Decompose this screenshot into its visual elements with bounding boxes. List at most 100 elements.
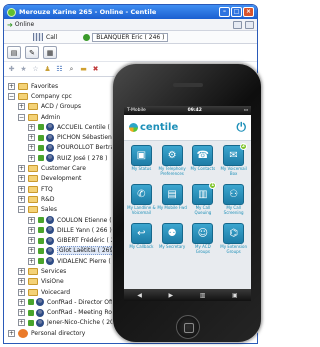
- logout-icon[interactable]: ⏻: [237, 120, 247, 135]
- presence-icon: [28, 319, 34, 326]
- presence-icon: [38, 227, 44, 234]
- layout-icon[interactable]: [245, 20, 254, 29]
- feature-tile[interactable]: ☎ My Contacts: [188, 145, 219, 181]
- call-target-select[interactable]: BLANQUER Eric ( 246 ): [92, 32, 169, 42]
- brand-name: centile: [140, 122, 179, 133]
- contact-icon: [46, 236, 54, 245]
- minimize-button[interactable]: –: [219, 7, 230, 17]
- folder-icon: [28, 195, 38, 203]
- call-screening-icon: ⚇: [223, 184, 245, 205]
- maximize-button[interactable]: □: [231, 7, 242, 17]
- expand-icon[interactable]: +: [28, 247, 35, 255]
- call-button[interactable]: Call: [46, 34, 57, 41]
- forward-icon[interactable]: ▶: [169, 292, 174, 299]
- phone-icon[interactable]: [233, 20, 242, 29]
- contact-icon: [36, 298, 44, 307]
- star-icon[interactable]: ★: [19, 65, 28, 74]
- expand-icon[interactable]: +: [18, 298, 25, 306]
- close-button[interactable]: ×: [243, 7, 254, 17]
- notification-badge: 2: [240, 143, 247, 150]
- presence-icon: [38, 247, 44, 254]
- feature-tile[interactable]: ⚙ My Telephony Preferences: [157, 145, 188, 181]
- expand-icon[interactable]: +: [18, 195, 25, 203]
- expand-icon[interactable]: +: [8, 82, 15, 90]
- history-icon[interactable]: ✎: [25, 46, 39, 59]
- expand-icon[interactable]: +: [28, 226, 35, 234]
- expand-icon[interactable]: +: [18, 175, 25, 183]
- feature-tile[interactable]: ▥ 1 My Call Queuing: [188, 182, 219, 220]
- feature-tile[interactable]: ✉ 2 My Voicemail Box: [218, 143, 249, 181]
- directory-icon[interactable]: ▤: [7, 46, 21, 59]
- expand-icon[interactable]: +: [28, 216, 35, 224]
- expand-icon[interactable]: +: [28, 123, 35, 131]
- pages-icon[interactable]: ▣: [232, 292, 238, 299]
- expand-icon[interactable]: +: [18, 288, 25, 296]
- contacts-icon[interactable]: ☷: [55, 65, 64, 74]
- title-bar: Merouze Karine 265 - Online - Centile – …: [4, 5, 257, 19]
- feature-tile-label: My Secretary: [158, 244, 186, 249]
- expand-icon[interactable]: +: [28, 257, 35, 265]
- feature-tile[interactable]: ▣ My Status: [126, 145, 157, 181]
- expand-icon[interactable]: +: [18, 103, 25, 111]
- feature-tile-label: My Call Screening: [223, 205, 244, 215]
- feature-tile-label: My Landline & Voicemail: [127, 205, 156, 215]
- contact-icon: [46, 246, 54, 255]
- feature-tile[interactable]: ▤ My Mobile Fwd: [157, 184, 188, 220]
- back-icon[interactable]: ◀: [137, 292, 142, 299]
- expand-icon[interactable]: +: [28, 144, 35, 152]
- expand-icon[interactable]: +: [28, 134, 35, 142]
- feature-grid: ▣ My Status ⚙ My Telephony Preferences ☎ My C…: [124, 141, 251, 259]
- feature-tile-label: My Telephony Preferences: [158, 166, 186, 176]
- expand-icon[interactable]: +: [18, 165, 25, 173]
- add-contact-icon[interactable]: ♟: [43, 65, 52, 74]
- bookmarks-icon[interactable]: ▥: [200, 292, 206, 299]
- folder-icon: [28, 288, 38, 296]
- collapse-icon[interactable]: −: [18, 113, 25, 121]
- folder-icon: [18, 92, 28, 100]
- home-button[interactable]: [176, 315, 200, 339]
- expand-icon[interactable]: +: [18, 309, 25, 317]
- star-outline-icon[interactable]: ☆: [31, 65, 40, 74]
- feature-tile[interactable]: ✆ My Landline & Voicemail: [126, 184, 157, 220]
- expand-icon[interactable]: +: [8, 329, 15, 337]
- phone-screen: T-Mobile 09:42 ▭ centile ⏻ ▣ My Status ⚙ My…: [124, 106, 251, 301]
- folder-icon[interactable]: ▬: [79, 65, 88, 74]
- status-arrow-icon[interactable]: ➜: [7, 21, 13, 29]
- presence-icon: [38, 144, 44, 151]
- phone-mockup: T-Mobile 09:42 ▭ centile ⏻ ▣ My Status ⚙ My…: [112, 63, 262, 343]
- phone-speaker: [173, 83, 203, 87]
- feature-tile[interactable]: ⚇ My Call Screening: [218, 184, 249, 220]
- contact-icon: [46, 143, 54, 152]
- folder-icon: [28, 103, 38, 111]
- personal-directory-icon: [18, 328, 28, 338]
- collapse-icon[interactable]: −: [18, 206, 25, 214]
- expand-icon[interactable]: +: [18, 278, 25, 286]
- contact-icon: [36, 318, 44, 327]
- feature-tile-label: My Status: [131, 166, 152, 171]
- acd-groups-icon: ☺: [192, 223, 214, 244]
- folder-icon: [28, 206, 38, 214]
- feature-tile[interactable]: ⚉ My Secretary: [157, 223, 188, 259]
- expand-icon[interactable]: +: [28, 154, 35, 162]
- folder-icon: [28, 165, 38, 173]
- expand-icon[interactable]: +: [18, 185, 25, 193]
- user-icon: [83, 33, 91, 41]
- feature-tile[interactable]: ⌬ My Extension Groups: [218, 223, 249, 259]
- settings-icon[interactable]: ▦: [43, 46, 57, 59]
- feature-tile-label: My Callback: [129, 244, 154, 249]
- presence-status[interactable]: Online: [15, 21, 115, 28]
- feature-tile[interactable]: ↩ My Callback: [126, 223, 157, 259]
- carrier-label: T-Mobile: [127, 108, 146, 113]
- collapse-icon[interactable]: −: [8, 92, 15, 100]
- add-icon[interactable]: ✚: [7, 65, 16, 74]
- expand-icon[interactable]: +: [28, 237, 35, 245]
- presence-icon: [38, 258, 44, 265]
- delete-icon[interactable]: ✖: [91, 65, 100, 74]
- contact-icon: [46, 226, 54, 235]
- feature-tile[interactable]: ☺ My ACD Groups: [188, 223, 219, 259]
- search-icon[interactable]: ⌕: [67, 65, 76, 74]
- feature-tile-label: My Contacts: [190, 166, 216, 171]
- keypad-icon[interactable]: [33, 33, 43, 41]
- expand-icon[interactable]: +: [18, 319, 25, 327]
- expand-icon[interactable]: +: [18, 267, 25, 275]
